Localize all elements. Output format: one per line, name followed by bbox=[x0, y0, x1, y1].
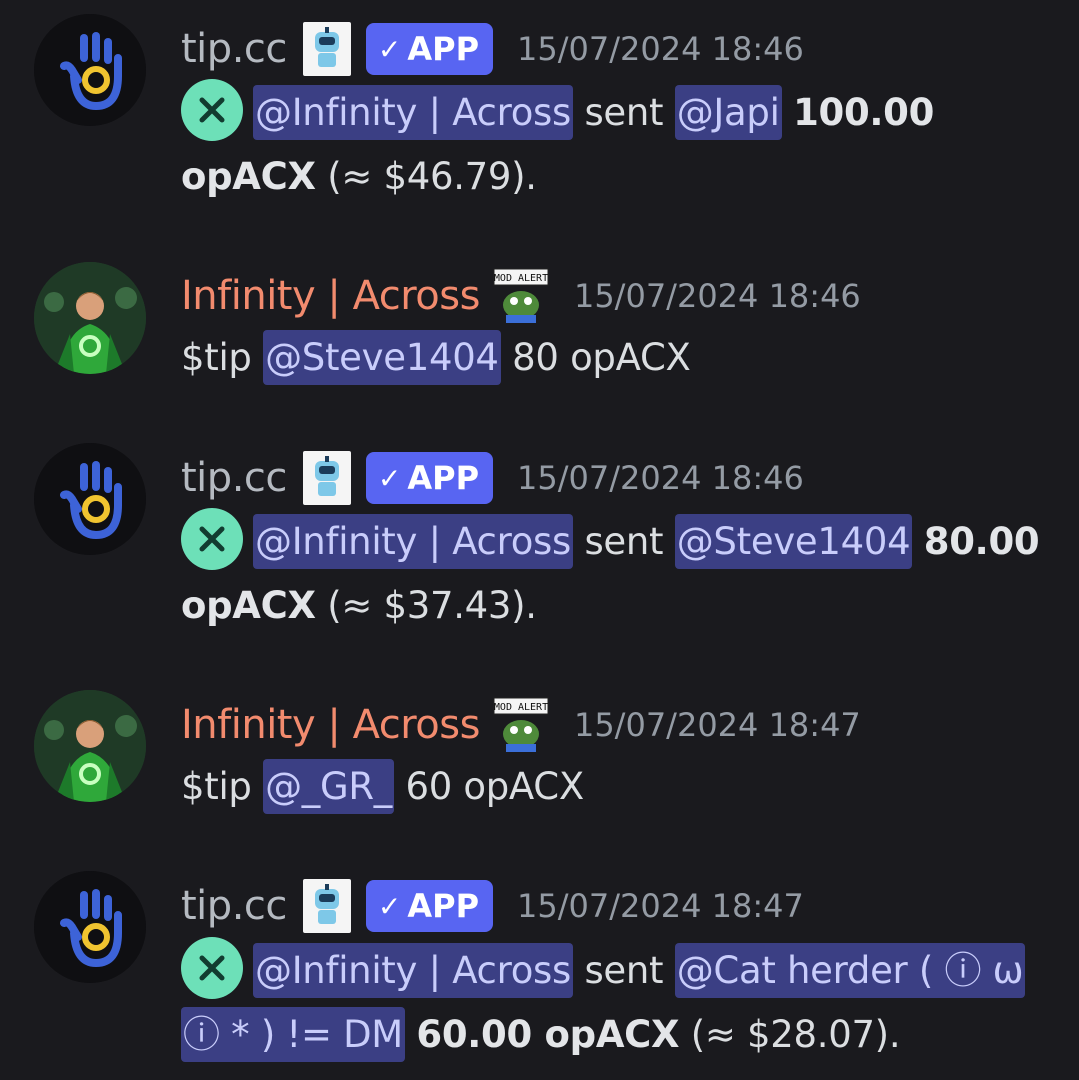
usd-value: (≈ $28.07). bbox=[690, 1013, 901, 1056]
timestamp: 15/07/2024 18:46 bbox=[517, 459, 804, 497]
message-header: tip.cc ✓ APP 15/07/2024 18:47 bbox=[181, 876, 804, 936]
app-tag: ✓ APP bbox=[365, 452, 494, 504]
user-mention[interactable]: ⓘ * ) != DM bbox=[181, 1007, 405, 1062]
message-header: Infinity | Across MOD ALERT 15/07/2024 1… bbox=[181, 695, 861, 755]
timestamp: 15/07/2024 18:47 bbox=[573, 706, 861, 744]
verb-text: sent bbox=[584, 520, 664, 563]
command-text: $tip bbox=[181, 765, 252, 808]
mod-alert-pepe-icon: MOD ALERT bbox=[492, 267, 550, 325]
user-avatar[interactable] bbox=[34, 262, 146, 374]
user-avatar[interactable] bbox=[34, 690, 146, 802]
user-mention[interactable]: @Japi bbox=[674, 85, 782, 140]
user-mention[interactable]: @Infinity | Across bbox=[253, 85, 573, 140]
bot-avatar[interactable] bbox=[34, 14, 146, 126]
user-mention[interactable]: @Steve1404 bbox=[263, 330, 501, 385]
timestamp: 15/07/2024 18:46 bbox=[517, 30, 804, 68]
author-name[interactable]: tip.cc bbox=[181, 455, 287, 501]
amount: 100.00 bbox=[793, 91, 935, 134]
message-header: Infinity | Across MOD ALERT 15/07/2024 1… bbox=[181, 266, 861, 326]
author-name[interactable]: tip.cc bbox=[181, 883, 287, 929]
message-content: @Infinity | Across sent @Japi 100.00 opA… bbox=[181, 79, 1041, 209]
author-name[interactable]: tip.cc bbox=[181, 26, 287, 72]
app-tag: ✓ APP bbox=[365, 23, 494, 75]
timestamp: 15/07/2024 18:47 bbox=[517, 887, 804, 925]
currency: opACX bbox=[181, 584, 316, 627]
verb-text: sent bbox=[584, 949, 664, 992]
superhero-avatar-icon bbox=[34, 690, 146, 802]
message-content: @Infinity | Across sent @Steve1404 80.00… bbox=[181, 508, 1041, 638]
robot-emoji-icon bbox=[302, 451, 351, 505]
user-mention[interactable]: @Steve1404 bbox=[674, 514, 913, 569]
author-name[interactable]: Infinity | Across bbox=[181, 273, 480, 319]
bot-avatar[interactable] bbox=[34, 443, 146, 555]
message-header: tip.cc ✓ APP 15/07/2024 18:46 bbox=[181, 19, 804, 79]
user-mention[interactable]: @Infinity | Across bbox=[253, 514, 573, 569]
x-circle-icon bbox=[181, 937, 243, 999]
message-content: $tip @Steve1404 80 opACX bbox=[181, 326, 1041, 390]
usd-value: (≈ $37.43). bbox=[327, 584, 537, 627]
message-content: @Infinity | Across sent @Cat herder ( ⓘ … bbox=[181, 937, 1041, 1067]
timestamp: 15/07/2024 18:46 bbox=[573, 277, 861, 315]
mod-alert-pepe-icon: MOD ALERT bbox=[492, 696, 550, 754]
user-mention[interactable]: @Infinity | Across bbox=[253, 943, 573, 998]
command-args: 60 opACX bbox=[405, 765, 584, 808]
hand-logo-icon bbox=[34, 14, 146, 126]
usd-value: (≈ $46.79). bbox=[327, 155, 537, 198]
bot-avatar[interactable] bbox=[34, 871, 146, 983]
superhero-avatar-icon bbox=[34, 262, 146, 374]
user-mention[interactable]: @Cat herder ( ⓘ ω bbox=[674, 943, 1026, 998]
author-name[interactable]: Infinity | Across bbox=[181, 702, 480, 748]
message-header: tip.cc ✓ APP 15/07/2024 18:46 bbox=[181, 448, 804, 508]
command-text: $tip bbox=[181, 336, 252, 379]
robot-emoji-icon bbox=[302, 879, 351, 933]
mod-alert-text: MOD ALERT bbox=[494, 702, 548, 713]
robot-emoji-icon bbox=[302, 22, 351, 76]
mod-alert-text: MOD ALERT bbox=[494, 273, 548, 284]
hand-logo-icon bbox=[34, 871, 146, 983]
currency: opACX bbox=[181, 155, 316, 198]
app-tag: ✓ APP bbox=[365, 880, 494, 932]
hand-logo-icon bbox=[34, 443, 146, 555]
user-mention[interactable]: @_GR_ bbox=[263, 759, 394, 814]
x-circle-icon bbox=[181, 79, 243, 141]
message-content: $tip @_GR_ 60 opACX bbox=[181, 755, 1041, 819]
command-args: 80 opACX bbox=[512, 336, 691, 379]
amount: 60.00 opACX bbox=[416, 1013, 680, 1056]
verb-text: sent bbox=[584, 91, 664, 134]
x-circle-icon bbox=[181, 508, 243, 570]
amount: 80.00 bbox=[923, 520, 1040, 563]
